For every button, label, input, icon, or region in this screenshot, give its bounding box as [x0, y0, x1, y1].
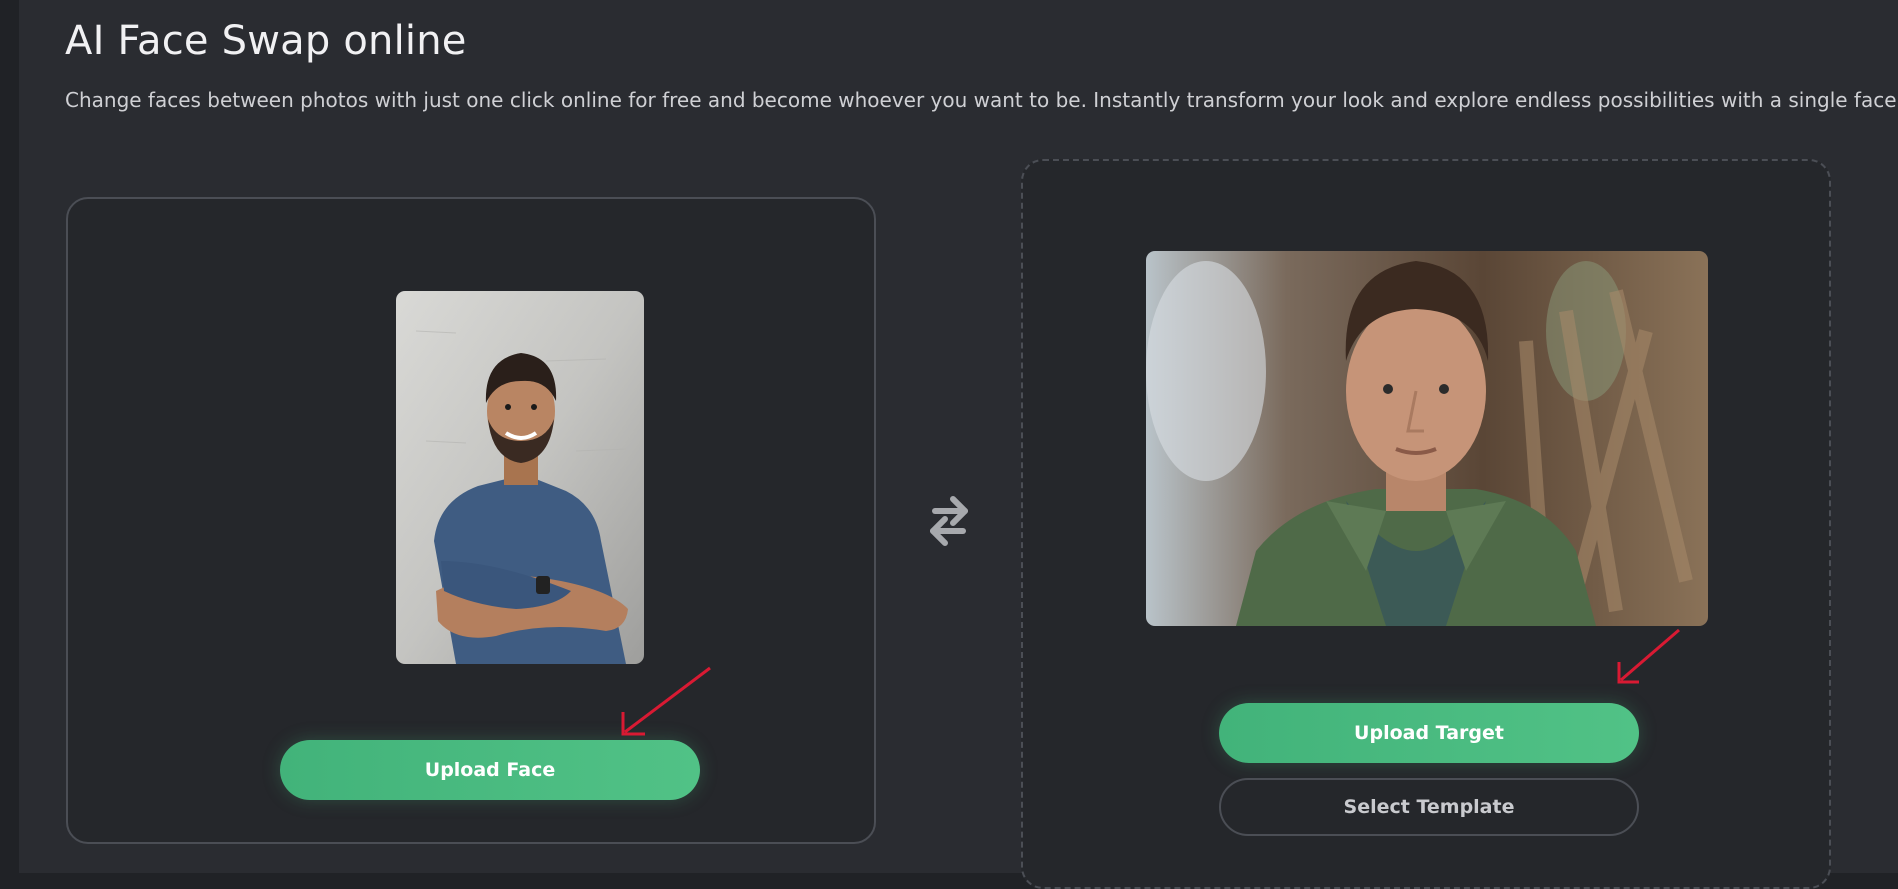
target-upload-panel[interactable]: Upload Target Select Template	[1021, 159, 1831, 889]
upload-face-button[interactable]: Upload Face	[280, 740, 700, 800]
page-title: AI Face Swap online	[65, 18, 467, 64]
face-upload-panel[interactable]: Upload Face	[66, 197, 876, 844]
red-arrow-icon	[621, 666, 711, 736]
face-photo	[396, 291, 644, 664]
red-arrow-icon	[1617, 628, 1680, 684]
select-template-button[interactable]: Select Template	[1219, 778, 1639, 836]
page-subtitle: Change faces between photos with just on…	[65, 88, 1898, 112]
target-photo	[1146, 251, 1708, 626]
swap-arrows-icon[interactable]	[919, 489, 979, 553]
upload-target-button[interactable]: Upload Target	[1219, 703, 1639, 763]
page: AI Face Swap online Change faces between…	[19, 0, 1898, 889]
